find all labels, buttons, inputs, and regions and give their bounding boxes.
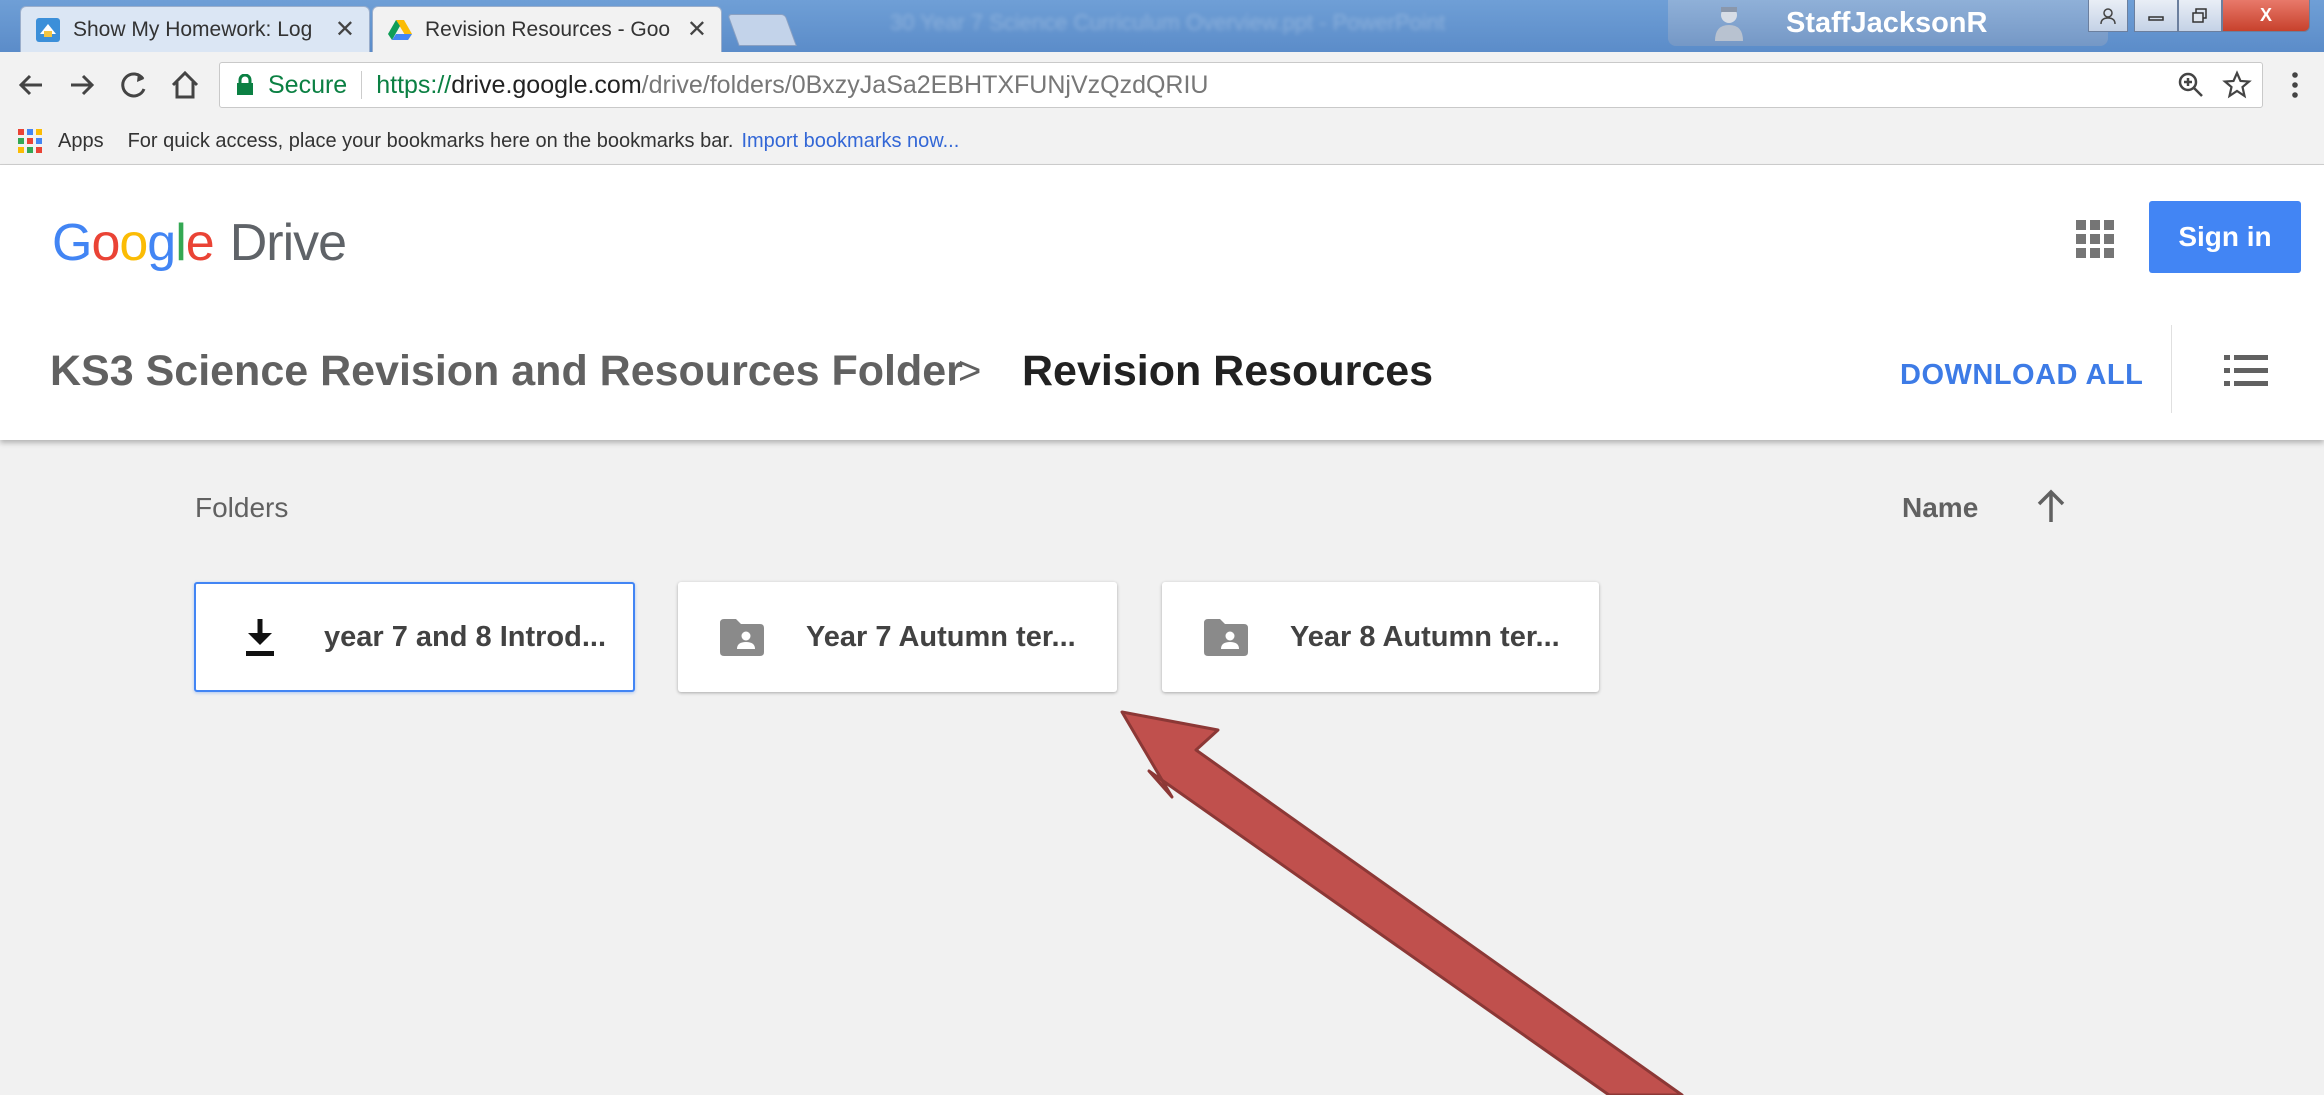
arrow-up-icon[interactable] — [2034, 486, 2068, 526]
google-drive-logo[interactable]: Google Drive — [52, 213, 347, 273]
folder-card-year-7-autumn[interactable]: Year 7 Autumn ter... — [678, 582, 1117, 692]
apps-shortcut[interactable]: Apps — [58, 130, 104, 153]
url-path: /drive/folders/0BxzyJaSa2EBHTXFUNjVzQzdQ… — [641, 70, 1209, 99]
bookmark-star-button[interactable] — [2218, 66, 2256, 104]
home-button[interactable] — [166, 66, 204, 104]
tab-revision-resources[interactable]: Revision Resources - Goo ✕ — [372, 6, 722, 52]
sort-by-name-button[interactable]: Name — [1902, 492, 1978, 524]
bookmarks-bar: Apps For quick access, place your bookma… — [0, 118, 2324, 165]
background-window-title: 30 Year 7 Science Curriculum Overview.pp… — [890, 10, 1446, 35]
zoom-button[interactable] — [2172, 66, 2210, 104]
close-tab-icon[interactable]: ✕ — [335, 15, 355, 44]
arrow-left-icon — [18, 74, 42, 96]
tab-show-my-homework[interactable]: Show My Homework: Log ✕ — [20, 6, 370, 52]
close-window-label: X — [2259, 5, 2272, 25]
breadcrumb-separator: > — [958, 349, 982, 393]
url-protocol: https:// — [376, 70, 452, 99]
user-avatar-icon — [1715, 7, 1743, 41]
drive-favicon-icon — [388, 19, 412, 40]
minimize-icon — [2148, 15, 2164, 21]
back-button[interactable] — [12, 66, 50, 104]
download-all-button[interactable]: DOWNLOAD ALL — [1900, 359, 2143, 392]
shared-folder-icon — [720, 619, 764, 656]
forward-button[interactable] — [63, 66, 101, 104]
folder-card-year-8-autumn[interactable]: Year 8 Autumn ter... — [1162, 582, 1599, 692]
zoom-icon — [2178, 72, 2203, 97]
folders-section-label: Folders — [195, 492, 289, 523]
reload-icon — [121, 72, 146, 98]
reload-button[interactable] — [115, 66, 153, 104]
tab-title: Show My Homework: Log — [73, 17, 313, 41]
header-divider — [2171, 325, 2172, 413]
close-window-button[interactable]: X — [2222, 0, 2310, 32]
lock-icon — [237, 74, 253, 95]
shared-folder-icon — [1204, 619, 1248, 656]
window-titlebar: 30 Year 7 Science Curriculum Overview.pp… — [0, 0, 2324, 52]
omnibox-divider — [361, 71, 363, 99]
download-icon — [246, 619, 274, 656]
profile-switcher[interactable]: StaffJacksonR — [1668, 0, 2108, 46]
profile-name: StaffJacksonR — [1786, 6, 1988, 39]
address-bar[interactable]: Secure https://drive.google.com/drive/fo… — [219, 62, 2263, 108]
home-icon — [171, 70, 199, 99]
new-tab-button[interactable] — [727, 14, 797, 46]
import-bookmarks-link[interactable]: Import bookmarks now... — [741, 130, 959, 153]
minimize-button[interactable] — [2134, 0, 2178, 32]
arrow-right-icon — [71, 74, 95, 96]
secure-label: Secure — [268, 70, 348, 99]
star-icon — [2222, 70, 2252, 99]
user-switch-button[interactable] — [2088, 0, 2128, 32]
drive-wordmark: Drive — [229, 214, 347, 272]
breadcrumb-parent[interactable]: KS3 Science Revision and Resources Folde… — [50, 347, 963, 396]
close-tab-icon[interactable]: ✕ — [687, 15, 707, 44]
person-icon — [2100, 7, 2116, 24]
kebab-menu-icon — [2292, 72, 2298, 98]
restore-icon — [2192, 7, 2207, 23]
browser-menu-button[interactable] — [2276, 66, 2314, 104]
restore-button[interactable] — [2178, 0, 2222, 32]
sign-in-button[interactable]: Sign in — [2149, 201, 2301, 273]
folder-card-year-7-and-8-intro[interactable]: year 7 and 8 Introd... — [194, 582, 635, 692]
apps-grid-icon[interactable] — [18, 129, 42, 153]
url-host: drive.google.com — [451, 70, 642, 99]
drive-header: Google Drive Sign in KS3 Science Revision… — [0, 165, 2324, 440]
google-wordmark: Google — [52, 214, 215, 272]
bookmarks-hint: For quick access, place your bookmarks h… — [127, 129, 734, 152]
list-view-icon[interactable] — [2224, 353, 2268, 389]
breadcrumb-current: Revision Resources — [1022, 347, 1434, 395]
folder-name: Year 8 Autumn ter... — [1290, 620, 1560, 653]
url-text: https://drive.google.com/drive/folders/0… — [376, 71, 1208, 100]
folder-name: year 7 and 8 Introd... — [324, 620, 607, 653]
folder-name: Year 7 Autumn ter... — [806, 620, 1076, 653]
google-apps-icon[interactable] — [2076, 220, 2114, 258]
homework-favicon-icon — [36, 17, 60, 42]
tab-title: Revision Resources - Goo — [425, 17, 671, 41]
